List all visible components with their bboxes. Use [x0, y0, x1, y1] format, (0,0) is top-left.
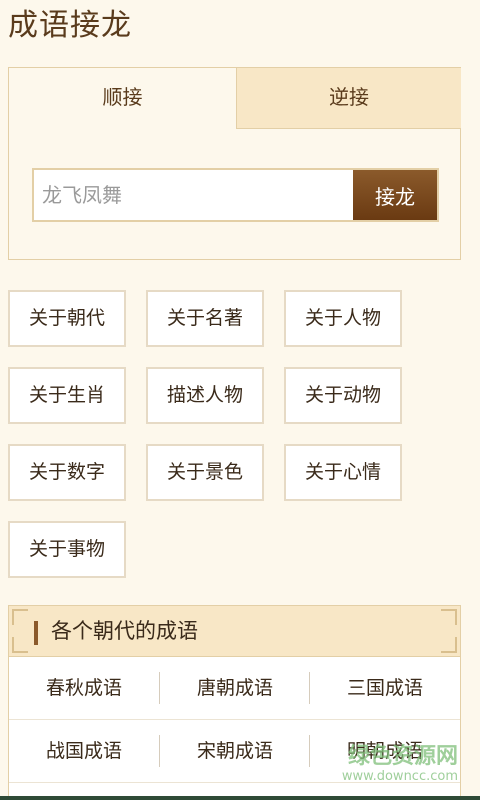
dynasty-section: 各个朝代的成语 春秋成语 唐朝成语 三国成语 战国成语 宋朝成语 明朝成语: [8, 605, 461, 800]
category-tag-scenery[interactable]: 关于景色: [146, 444, 264, 501]
dynasty-item-three-kingdoms[interactable]: 三国成语: [310, 657, 460, 719]
idiom-search-input[interactable]: [32, 168, 353, 222]
corner-ornament-icon: [12, 609, 28, 625]
category-tag-dynasty[interactable]: 关于朝代: [8, 290, 126, 347]
dynasty-section-header: 各个朝代的成语: [9, 606, 460, 657]
search-panel: 顺接 逆接 接龙: [8, 67, 461, 260]
dynasty-row: 春秋成语 唐朝成语 三国成语: [9, 657, 460, 720]
category-tag-animals[interactable]: 关于动物: [284, 367, 402, 424]
dynasty-item-spring-autumn[interactable]: 春秋成语: [9, 657, 159, 719]
corner-ornament-icon: [12, 637, 28, 653]
category-tag-zodiac[interactable]: 关于生肖: [8, 367, 126, 424]
category-tag-things[interactable]: 关于事物: [8, 521, 126, 578]
category-tag-mood[interactable]: 关于心情: [284, 444, 402, 501]
corner-ornament-icon: [441, 637, 457, 653]
bottom-bar: [0, 796, 480, 800]
chain-button[interactable]: 接龙: [353, 168, 439, 222]
dynasty-item-tang[interactable]: 唐朝成语: [160, 657, 310, 719]
category-tag-numbers[interactable]: 关于数字: [8, 444, 126, 501]
tab-reverse-chain[interactable]: 逆接: [236, 68, 461, 129]
page-title: 成语接龙: [8, 8, 132, 43]
search-row: 接龙: [32, 168, 439, 222]
dynasty-item-song[interactable]: 宋朝成语: [160, 720, 310, 782]
dynasty-item-ming[interactable]: 明朝成语: [310, 720, 460, 782]
category-tag-classics[interactable]: 关于名著: [146, 290, 264, 347]
category-tag-describe-people[interactable]: 描述人物: [146, 367, 264, 424]
dynasty-row: 战国成语 宋朝成语 明朝成语: [9, 720, 460, 783]
dynasty-item-warring-states[interactable]: 战国成语: [9, 720, 159, 782]
corner-ornament-icon: [441, 609, 457, 625]
section-accent-bar: [34, 621, 38, 645]
section-title: 各个朝代的成语: [51, 619, 198, 643]
category-tag-people[interactable]: 关于人物: [284, 290, 402, 347]
tab-forward-chain[interactable]: 顺接: [9, 68, 236, 129]
